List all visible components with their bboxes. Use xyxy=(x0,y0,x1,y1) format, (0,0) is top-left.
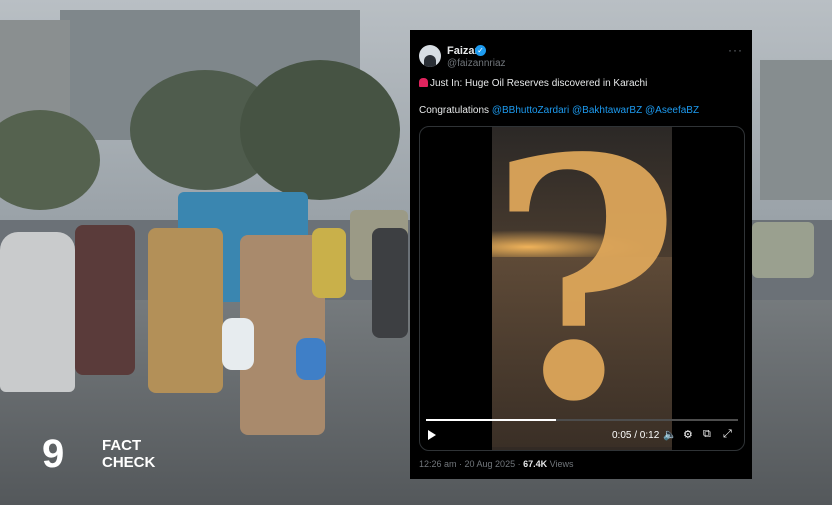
views-label: Views xyxy=(547,459,574,469)
settings-icon[interactable]: ⚙ xyxy=(683,428,693,441)
views-count: 67.4K xyxy=(523,459,548,469)
motorcyclist xyxy=(372,228,408,338)
avatar[interactable] xyxy=(419,45,441,67)
tweet-text-line2: Congratulations @BBhuttoZardari @Bakhtaw… xyxy=(419,105,699,116)
tweet-headline: Just In: Huge Oil Reserves discovered in… xyxy=(430,78,648,89)
video-progress-bar[interactable] xyxy=(426,419,738,421)
video-progress-fill xyxy=(426,419,556,421)
plastic-bag xyxy=(296,338,326,380)
verified-badge-icon: ✓ xyxy=(475,45,486,56)
question-mark-overlay: ? xyxy=(488,126,682,451)
motorcyclist xyxy=(312,228,346,298)
tweet-card[interactable]: Faizan ✓ @faizannriaz ··· Just In: Huge … xyxy=(410,30,752,479)
tweet-timestamp[interactable]: 12:26 am · 20 Aug 2025 · xyxy=(419,459,523,469)
car xyxy=(0,232,75,392)
building xyxy=(760,60,832,200)
tweet-meta: 12:26 am · 20 Aug 2025 · 67.4K Views xyxy=(419,459,573,469)
video-time: 0:05 / 0:12 xyxy=(612,430,660,441)
play-icon[interactable] xyxy=(428,430,436,440)
mention-link[interactable]: @AseefaBZ xyxy=(645,105,699,116)
video-player[interactable]: ? 0:05 / 0:12 🔈 ⚙ ⧉ ⤢ xyxy=(419,126,745,451)
siren-icon xyxy=(419,78,428,87)
plastic-bag xyxy=(222,318,254,370)
motorcyclist xyxy=(75,225,135,375)
picture-in-picture-icon[interactable]: ⧉ xyxy=(703,428,711,441)
avatar-figure xyxy=(424,55,436,67)
tweet-text-line1: Just In: Huge Oil Reserves discovered in… xyxy=(419,78,647,89)
mention-link[interactable]: @BBhuttoZardari xyxy=(492,105,569,116)
logo-number: 9 xyxy=(42,432,64,476)
auto-rickshaw xyxy=(752,222,814,278)
logo-text-fact: FACT xyxy=(102,437,142,454)
motorcyclist xyxy=(148,228,223,393)
congrats-text: Congratulations xyxy=(419,105,490,116)
tree xyxy=(240,60,400,200)
logo-text-check: CHECK xyxy=(102,454,156,471)
more-icon[interactable]: ··· xyxy=(728,43,743,57)
volume-icon[interactable]: 🔈 xyxy=(663,428,677,441)
mention-link[interactable]: @BakhtawarBZ xyxy=(572,105,642,116)
fullscreen-icon[interactable]: ⤢ xyxy=(723,428,732,441)
author-handle[interactable]: @faizannriaz xyxy=(447,58,506,69)
